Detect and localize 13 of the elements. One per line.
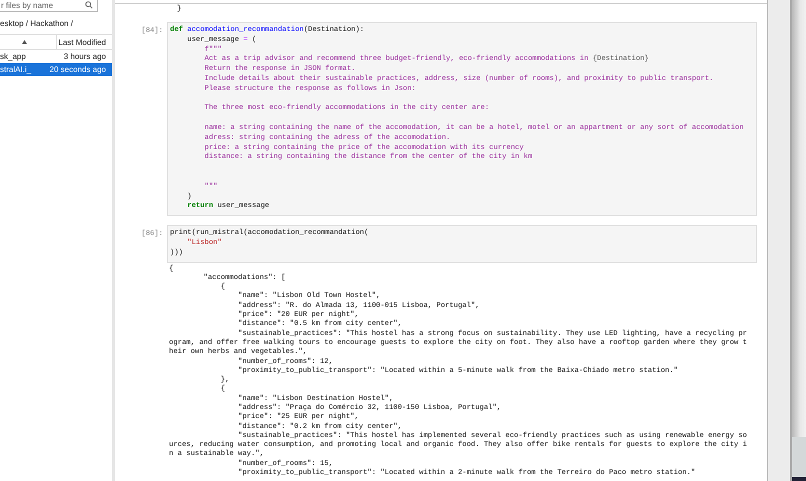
search-icon bbox=[85, 1, 93, 9]
file-row[interactable]: sk_app 3 hours ago bbox=[0, 50, 112, 63]
file-name: sk_app bbox=[0, 52, 26, 61]
code-cell[interactable] bbox=[167, 22, 757, 216]
breadcrumb[interactable]: esktop / Hackathon / bbox=[0, 19, 73, 28]
sort-caret-icon[interactable] bbox=[22, 40, 28, 44]
scrollbar[interactable] bbox=[767, 0, 792, 481]
file-name: stralAI.i_ bbox=[0, 65, 32, 74]
modified-time: 20 seconds ago bbox=[50, 65, 106, 74]
search-field[interactable]: r files by name bbox=[0, 0, 98, 12]
column-header[interactable]: Last Modified bbox=[58, 38, 106, 46]
modified-time: 3 hours ago bbox=[64, 52, 106, 61]
file-row[interactable]: stralAI.i_ 20 seconds ago bbox=[0, 63, 112, 76]
